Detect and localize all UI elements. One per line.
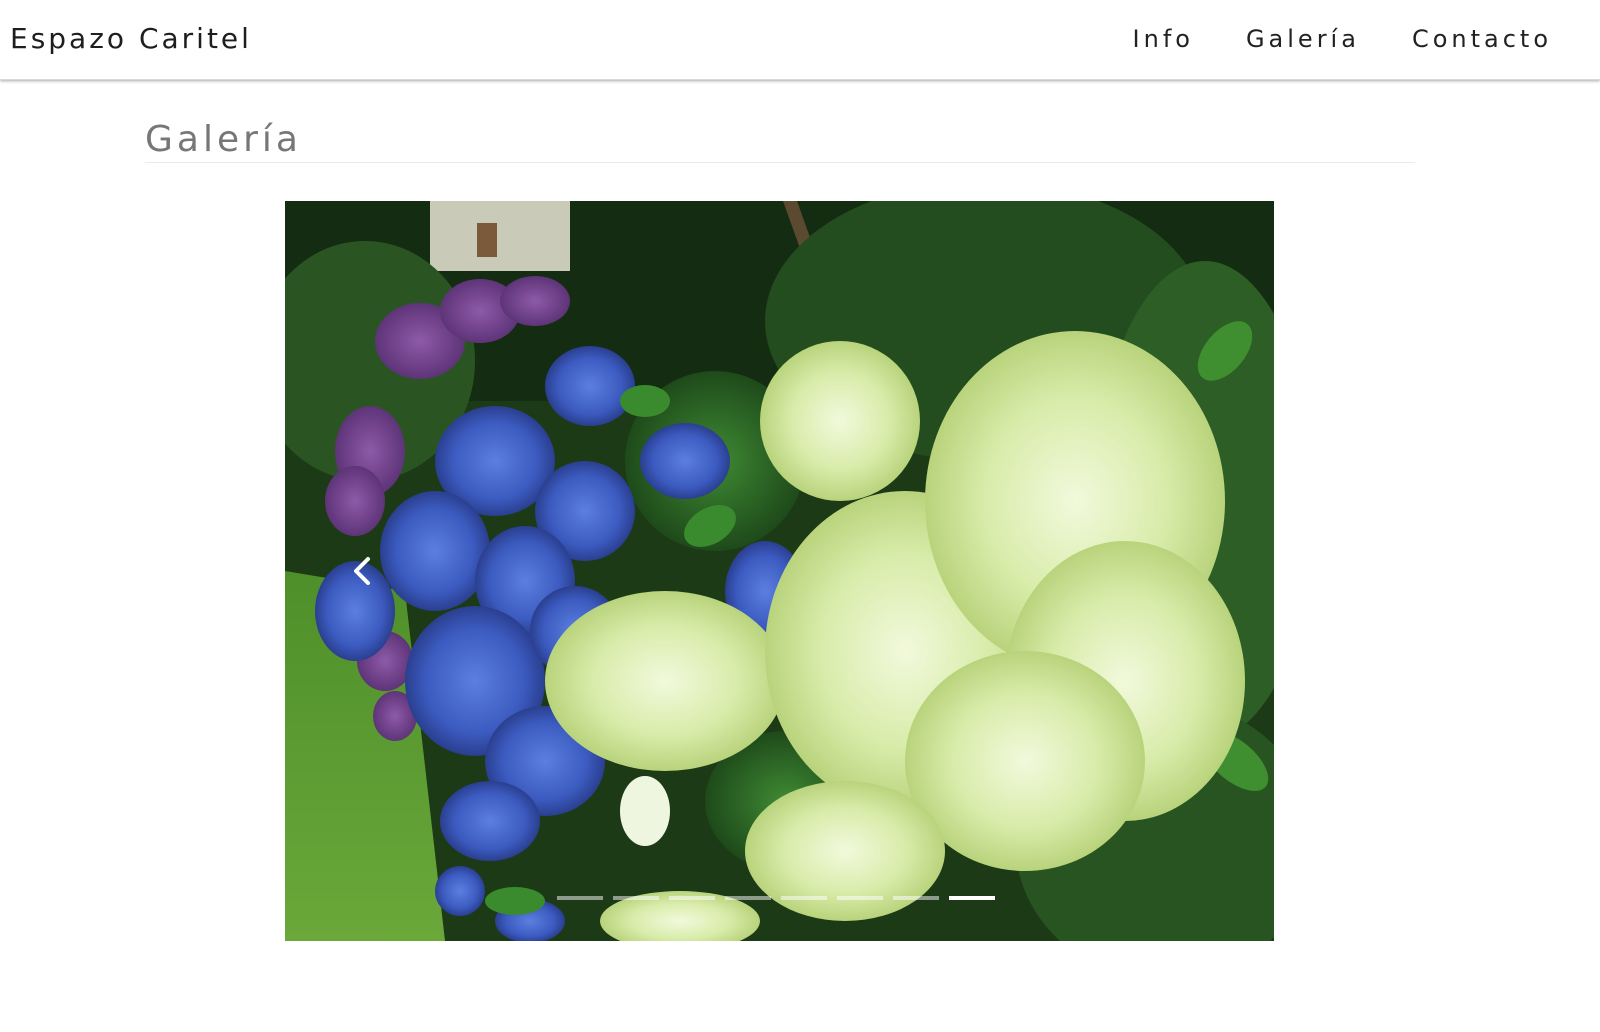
carousel-indicator-6[interactable] [837, 896, 883, 900]
carousel-prev-button[interactable] [343, 551, 383, 591]
chevron-left-icon [354, 557, 370, 585]
nav-menu: Info Galería Contacto [1081, 20, 1552, 58]
carousel-indicator-4[interactable] [725, 896, 771, 900]
carousel-indicators [557, 896, 995, 900]
carousel-indicator-2[interactable] [613, 896, 659, 900]
brand-link[interactable]: Espazo Caritel [10, 20, 252, 58]
gallery-title: Galería [145, 119, 302, 160]
hydrangea-photo [285, 201, 1274, 941]
carousel-indicator-8[interactable] [949, 896, 995, 900]
title-divider [145, 162, 1415, 163]
carousel-indicator-7[interactable] [893, 896, 939, 900]
nav-link-contacto[interactable]: Contacto [1412, 20, 1552, 58]
carousel-indicator-3[interactable] [669, 896, 715, 900]
gallery-carousel [285, 201, 1274, 941]
nav-link-galeria[interactable]: Galería [1246, 20, 1360, 58]
carousel-indicator-5[interactable] [781, 896, 827, 900]
carousel-indicator-1[interactable] [557, 896, 603, 900]
nav-link-info[interactable]: Info [1133, 20, 1194, 58]
chevron-right-icon [1176, 551, 1216, 591]
navbar: Espazo Caritel Info Galería Contacto [0, 0, 1600, 80]
